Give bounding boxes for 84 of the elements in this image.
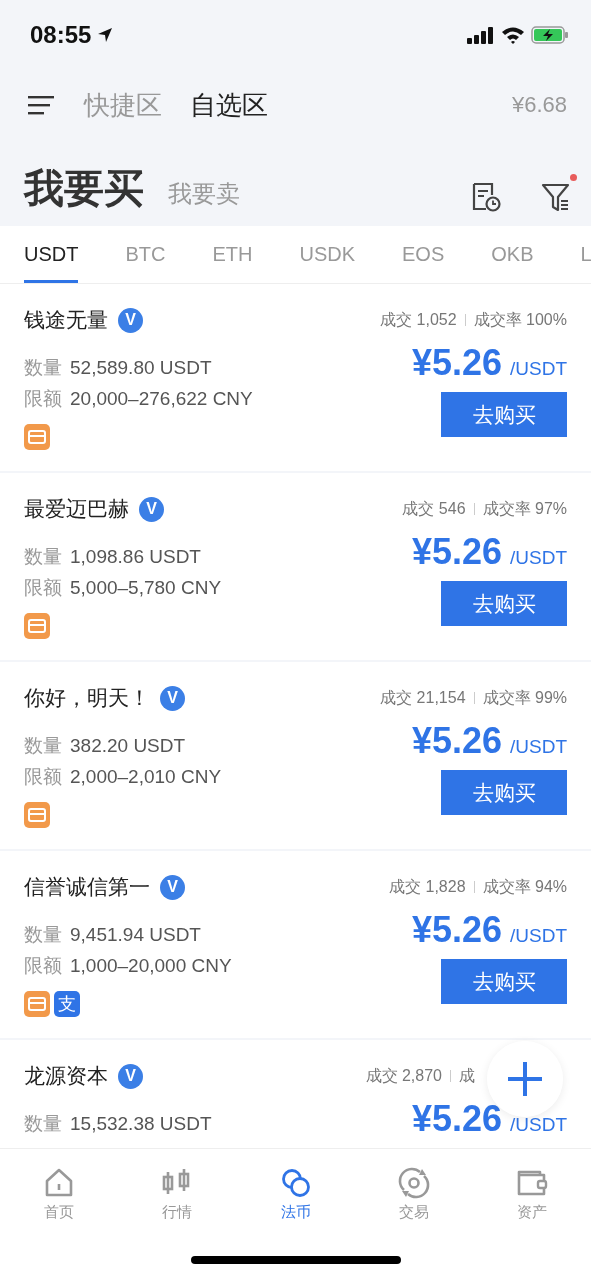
status-time: 08:55 [30, 21, 92, 49]
currency-tab[interactable]: BTC [125, 226, 166, 283]
field-value: 2,000–2,010 CNY [70, 765, 222, 788]
bank-card-icon [24, 991, 50, 1017]
buy-button[interactable]: 去购买 [441, 770, 567, 815]
field-value: 15,532.38 USDT [70, 1112, 212, 1135]
nav-tab[interactable]: 首页 [0, 1149, 119, 1240]
battery-charging-icon [531, 26, 569, 44]
side-tab[interactable]: 我要卖 [168, 178, 240, 210]
price-unit: /USDT [510, 1114, 567, 1136]
field-value: 382.20 USDT [70, 734, 186, 757]
price-unit: /USDT [510, 736, 567, 758]
price-unit: /USDT [510, 358, 567, 380]
field-value: 20,000–276,622 CNY [70, 387, 253, 410]
completion-rate: 成交率 99% [482, 687, 567, 708]
verified-badge: V [160, 685, 185, 711]
field-label: 数量 [24, 1111, 62, 1136]
trade-count: 成交 2,870 [365, 1065, 442, 1086]
filter-icon [541, 182, 571, 212]
field-value: 5,000–5,780 CNY [70, 576, 222, 599]
location-arrow-icon [97, 27, 114, 43]
trade-count: 成交 21,154 [380, 687, 466, 708]
field-label: 限额 [24, 386, 62, 411]
wifi-icon [501, 26, 525, 44]
verified-badge: V [118, 307, 143, 333]
bank-card-icon [24, 802, 50, 828]
menu-icon [28, 94, 56, 116]
trade-count: 成交 1,052 [380, 309, 457, 330]
nav-tab[interactable]: 行情 [118, 1149, 237, 1240]
field-label: 限额 [24, 764, 62, 789]
verified-badge: V [118, 1063, 143, 1089]
plus-icon [508, 1062, 542, 1096]
merchant-name: 最爱迈巴赫 [24, 496, 129, 522]
coins-icon [279, 1167, 312, 1199]
verified-badge: V [160, 874, 185, 900]
nav-tab[interactable]: 资产 [472, 1149, 591, 1240]
buy-button[interactable]: 去购买 [441, 392, 567, 437]
signal-icon [467, 26, 495, 44]
price: ¥5.26 [411, 342, 502, 384]
price-unit: /USDT [510, 547, 567, 569]
field-label: 数量 [24, 355, 62, 380]
field-label: 限额 [24, 575, 62, 600]
currency-tab[interactable]: EOS [402, 226, 445, 283]
merchant-name: 信誉诚信第一 [24, 874, 150, 900]
zone-tab[interactable]: 快捷区 [84, 87, 162, 123]
exchange-rate: ¥6.68 [511, 92, 567, 118]
exchange-icon [397, 1167, 430, 1199]
field-value: 1,000–20,000 CNY [70, 954, 232, 977]
field-label: 数量 [24, 544, 62, 569]
completion-rate: 成交率 100% [473, 309, 567, 330]
completion-rate: 成交率 97% [482, 498, 567, 519]
merchant-name: 钱途无量 [24, 307, 108, 333]
nav-tab[interactable]: 法币 [236, 1149, 355, 1240]
nav-tab[interactable]: 交易 [354, 1149, 473, 1240]
field-value: 52,589.80 USDT [70, 356, 212, 379]
field-label: 数量 [24, 922, 62, 947]
buy-button[interactable]: 去购买 [441, 959, 567, 1004]
merchant-name: 你好，明天！ [24, 685, 150, 711]
buy-button[interactable]: 去购买 [441, 581, 567, 626]
currency-tab[interactable]: USDK [299, 226, 356, 283]
price: ¥5.26 [411, 531, 502, 573]
order-history-icon [471, 182, 501, 212]
trade-count: 成交 546 [402, 498, 466, 519]
bank-card-icon [24, 613, 50, 639]
zone-tab[interactable]: 自选区 [190, 87, 268, 123]
side-tab[interactable]: 我要买 [24, 161, 144, 216]
bank-card-icon [24, 424, 50, 450]
price-unit: /USDT [510, 925, 567, 947]
currency-tab[interactable]: ETH [212, 226, 253, 283]
currency-tab[interactable]: OKB [491, 226, 534, 283]
price: ¥5.26 [411, 1098, 502, 1140]
verified-badge: V [139, 496, 164, 522]
completion-rate: 成交率 94% [482, 876, 567, 897]
currency-tab[interactable]: L [580, 226, 591, 283]
field-label: 数量 [24, 733, 62, 758]
completion-rate: 成 [459, 1065, 475, 1086]
alipay-icon: 支 [54, 991, 80, 1017]
field-value: 1,098.86 USDT [70, 545, 201, 568]
price: ¥5.26 [411, 720, 502, 762]
merchant-name: 龙源资本 [24, 1063, 108, 1089]
trade-count: 成交 1,828 [389, 876, 466, 897]
field-label: 限额 [24, 953, 62, 978]
price: ¥5.26 [411, 909, 502, 951]
field-value: 9,451.94 USDT [70, 923, 201, 946]
